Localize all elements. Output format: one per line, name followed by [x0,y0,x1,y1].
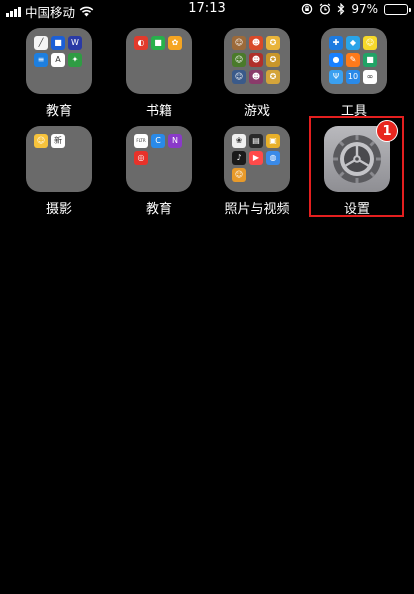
mini-app-icon: ✚ [329,36,343,50]
mini-app-icon: FLTR [134,134,148,148]
status-bar: 中国移动 17:13 97% [0,0,414,20]
mini-app-icon: ■ [363,53,377,67]
mini-app-icon: ☺ [232,168,246,182]
alarm-icon [319,3,331,15]
mini-app-icon: ✎ [346,53,360,67]
mini-app-icon: ▣ [266,134,280,148]
folder-icon: ◐ ■ ✿ [126,28,192,94]
mini-app-icon: ╱ [34,36,48,50]
folder-label: 教育 [45,104,72,119]
mini-app-icon: ▤ [249,134,263,148]
mini-app-icon: ◎ [134,151,148,165]
folder-icon: ☺ 新 [26,126,92,192]
mini-app-icon: ✪ [266,53,280,67]
folder-label: 书籍 [145,104,172,119]
mini-app-icon: ☺ [34,134,48,148]
mini-app-icon: ☻ [249,53,263,67]
mini-app-icon: W [68,36,82,50]
mini-app-icon: ☺ [363,36,377,50]
mini-app-icon: ≡ [34,53,48,67]
mini-app-icon: ✿ [168,36,182,50]
folder-icon: ╱ ■ W ≡ A ✦ [26,28,92,94]
mini-app-icon: ✪ [266,36,280,50]
bluetooth-icon [337,3,345,15]
highlight-box [309,116,404,217]
mini-app-icon: ☻ [249,70,263,84]
rotation-lock-icon [302,3,313,15]
mini-app-icon: A [51,53,65,67]
mini-app-icon: ✪ [266,70,280,84]
folder-education-2[interactable]: FLTR C N ◎ 教育 [114,126,204,217]
folder-icon: FLTR C N ◎ [126,126,192,192]
mini-app-icon: ◐ [134,36,148,50]
folder-icon: ☺ ☻ ✪ ☺ ☻ ✪ ☺ ☻ ✪ [224,28,290,94]
mini-app-icon: ◆ [346,36,360,50]
mini-app-icon: ■ [51,36,65,50]
mini-app-icon: ∞ [363,70,377,84]
folder-photography[interactable]: ☺ 新 摄影 [14,126,104,217]
mini-app-icon: ● [329,53,343,67]
folder-tools[interactable]: ✚ ◆ ☺ ● ✎ ■ Ψ 10 ∞ 工具 [309,28,399,119]
folder-games[interactable]: ☺ ☻ ✪ ☺ ☻ ✪ ☺ ☻ ✪ 游戏 [212,28,302,119]
mini-app-icon: N [168,134,182,148]
mini-app-icon: ■ [151,36,165,50]
folder-icon: ❀ ▤ ▣ ♪ ▶ ◍ ☺ [224,126,290,192]
mini-app-icon: ☺ [232,70,246,84]
folder-label: 游戏 [243,104,270,119]
folder-label: 照片与视频 [224,202,290,217]
battery-icon [384,3,411,15]
folder-icon: ✚ ◆ ☺ ● ✎ ■ Ψ 10 ∞ [321,28,387,94]
mini-app-icon: ✦ [68,53,82,67]
folder-education[interactable]: ╱ ■ W ≡ A ✦ 教育 [14,28,104,119]
folder-books[interactable]: ◐ ■ ✿ 书籍 [114,28,204,119]
battery-percent: 97% [351,2,378,16]
mini-app-icon: 10 [346,70,360,84]
mini-app-icon: ◍ [266,151,280,165]
mini-app-icon: ☺ [232,53,246,67]
mini-app-icon: ❀ [232,134,246,148]
mini-app-icon: 新 [51,134,65,148]
folder-label: 教育 [145,202,172,217]
folder-label: 摄影 [45,202,72,217]
status-right: 97% [301,2,411,16]
mini-app-icon: ▶ [249,151,263,165]
mini-app-icon: ☺ [232,36,246,50]
mini-app-icon: ♪ [232,151,246,165]
mini-app-icon: ☻ [249,36,263,50]
mini-app-icon: Ψ [329,70,343,84]
folder-photo-video[interactable]: ❀ ▤ ▣ ♪ ▶ ◍ ☺ 照片与视频 [212,126,302,217]
mini-app-icon: C [151,134,165,148]
